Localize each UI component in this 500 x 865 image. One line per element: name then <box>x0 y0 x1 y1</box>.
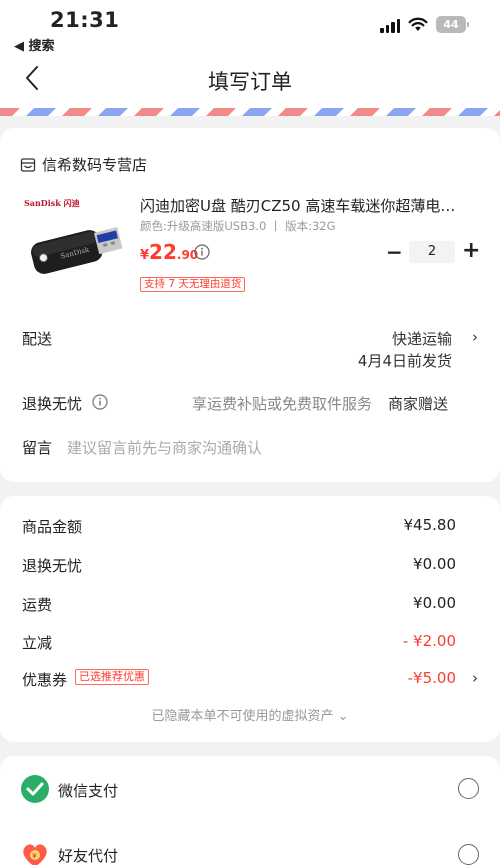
worry-free-value: 商家赠送 <box>387 395 448 413</box>
summary-value: - ¥2.00 <box>402 632 456 650</box>
airmail-stripe <box>242 108 272 116</box>
back-to-search-link[interactable]: ◀ 搜索 <box>14 35 55 54</box>
delivery-date: 4月4日前发货 <box>357 352 452 370</box>
info-icon[interactable] <box>92 394 108 410</box>
worry-free-label: 退换无忧 <box>22 395 83 413</box>
airmail-stripe <box>62 108 92 116</box>
page-title: 填写订单 <box>208 70 292 94</box>
message-label: 留言 <box>22 439 53 457</box>
status-bar: 21:31 ◀ 搜索 44 <box>0 0 500 56</box>
hidden-assets-toggle[interactable]: 已隐藏本单不可使用的虚拟资产 ⌄ <box>0 705 500 724</box>
summary-label: 立减 <box>22 634 53 652</box>
quantity-decrease-button[interactable]: − <box>386 240 403 264</box>
chevron-right-icon[interactable]: › <box>472 328 478 346</box>
summary-value: ¥0.00 <box>413 555 456 573</box>
order-card: 信希数码专营店 SanDisk 闪迪 SanDisk 闪迪加密U盘 酷刃CZ50… <box>0 128 500 482</box>
product-spec[interactable]: 颜色:升级高速版USB3.0 丨 版本:32G <box>140 218 336 234</box>
airmail-stripe <box>26 108 56 116</box>
payment-card: 微信支付 ¥ 好友代付 <box>0 756 500 865</box>
product-image[interactable]: SanDisk 闪迪 SanDisk <box>20 194 130 294</box>
brand-logo: SanDisk 闪迪 <box>24 198 80 208</box>
airmail-stripe <box>278 108 308 116</box>
store-icon <box>20 157 36 172</box>
airmail-stripe <box>134 108 164 116</box>
store-name: 信希数码专营店 <box>42 156 148 174</box>
store-row[interactable]: 信希数码专营店 <box>20 154 147 175</box>
wechat-pay-icon <box>21 775 49 803</box>
coupon-label[interactable]: 优惠券 <box>22 669 67 690</box>
airmail-stripe <box>314 108 344 116</box>
payment-option-label[interactable]: 微信支付 <box>58 780 118 801</box>
return-policy-badge: 支持 7 天无理由退货 <box>140 277 246 292</box>
product-title[interactable]: 闪迪加密U盘 酷刃CZ50 高速车载迷你超薄电… <box>140 195 470 216</box>
chevron-right-icon[interactable]: › <box>472 669 478 687</box>
cellular-signal-icon <box>380 17 400 33</box>
airmail-stripe <box>458 108 488 116</box>
summary-label: 退换无忧 <box>22 557 83 575</box>
info-icon[interactable] <box>194 244 210 260</box>
wifi-icon <box>408 17 428 31</box>
summary-value: ¥45.80 <box>403 516 457 534</box>
summary-value: ¥0.00 <box>413 594 456 612</box>
airmail-stripe <box>422 108 452 116</box>
svg-text:¥: ¥ <box>32 852 37 860</box>
summary-label: 商品金额 <box>22 518 83 536</box>
summary-label: 运费 <box>22 596 53 614</box>
coupon-value[interactable]: -¥5.00 <box>408 669 456 687</box>
friend-pay-radio[interactable] <box>458 844 479 865</box>
airmail-stripe <box>98 108 128 116</box>
airmail-stripe <box>0 108 20 116</box>
system-icons: 44 <box>380 16 469 33</box>
nav-bar: 填写订单 <box>0 56 500 108</box>
price-summary-card: 商品金额 ¥45.80 退换无忧 ¥0.00 运费 ¥0.00 立减 - ¥2.… <box>0 496 500 742</box>
worry-free-desc: 享运费补贴或免费取件服务 <box>192 395 373 413</box>
wechat-pay-radio[interactable] <box>458 778 479 799</box>
product-price: ¥22.90 <box>140 240 199 264</box>
airmail-stripe <box>350 108 380 116</box>
delivery-method[interactable]: 快递运输 <box>392 328 452 349</box>
payment-option-label[interactable]: 好友代付 <box>58 845 118 865</box>
coupon-recommended-badge: 已选推荐优惠 <box>75 669 149 685</box>
delivery-label: 配送 <box>22 330 53 348</box>
airmail-stripe <box>170 108 200 116</box>
friend-pay-icon: ¥ <box>23 844 47 865</box>
airmail-border <box>0 108 500 116</box>
quantity-increase-button[interactable]: + <box>462 238 480 263</box>
battery-icon: 44 <box>436 16 469 33</box>
airmail-stripe <box>386 108 416 116</box>
airmail-stripe <box>494 110 500 116</box>
quantity-value[interactable]: 2 <box>409 241 455 263</box>
airmail-stripe <box>206 108 236 116</box>
status-time: 21:31 <box>50 8 120 32</box>
message-input[interactable]: 建议留言前先与商家沟通确认 <box>67 437 262 458</box>
